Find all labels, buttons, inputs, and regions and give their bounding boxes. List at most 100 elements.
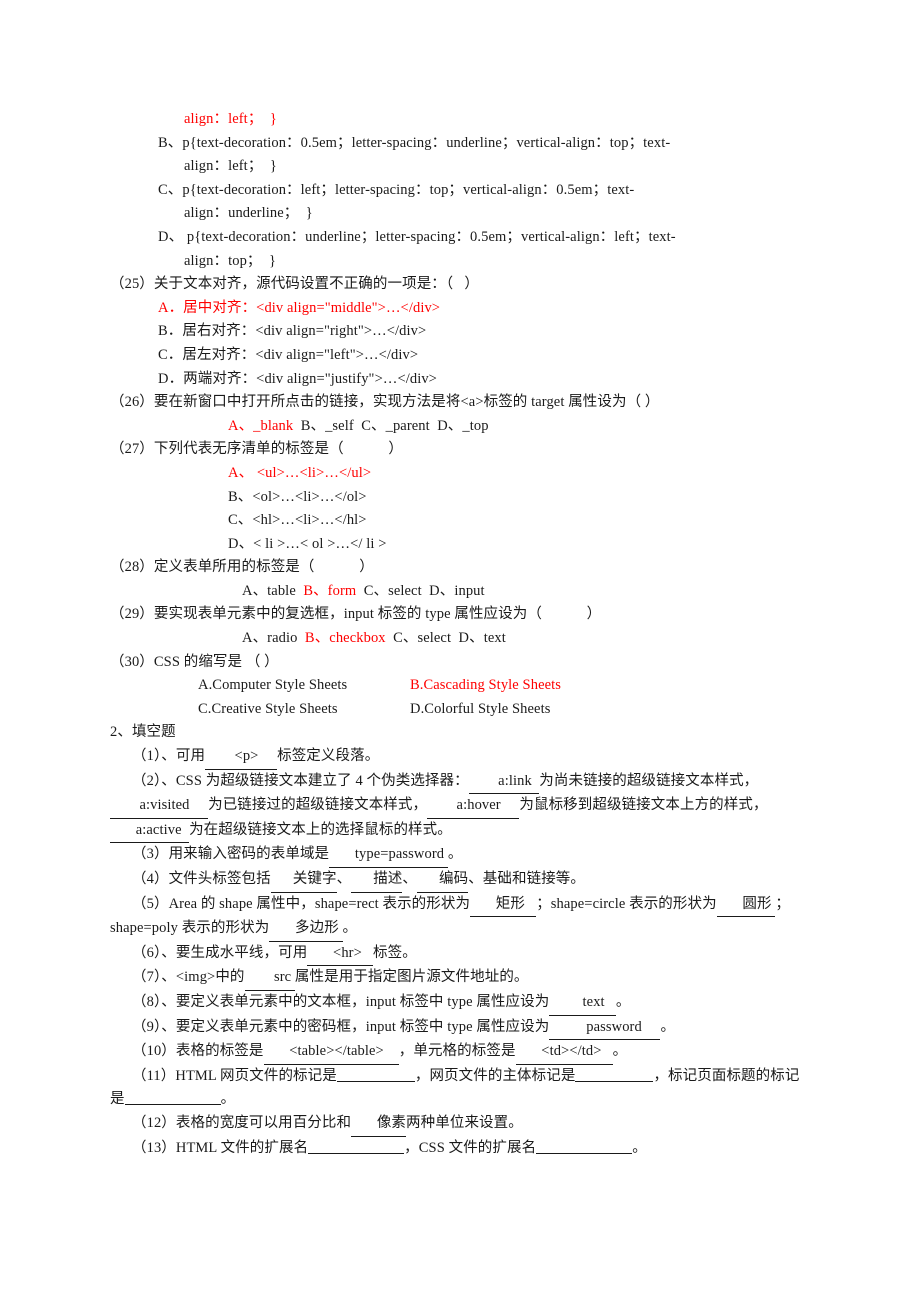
fill-in-text: 。 xyxy=(447,846,463,863)
option-text-d-line2: align：top； } xyxy=(184,252,277,269)
question-28-option-d: D、input xyxy=(429,582,485,599)
option-row-b: B、p{text-decoration：0.5em；letter-spacing… xyxy=(110,132,810,156)
fill-in-item-number: （6）、 xyxy=(132,944,176,961)
fill-in-answer[interactable]: a:link xyxy=(468,770,540,795)
fill-in-answer[interactable]: <hr> xyxy=(307,942,374,967)
fill-in-item-number: （1）、 xyxy=(132,748,176,765)
fill-in-blank[interactable] xyxy=(336,1067,415,1082)
question-26-stem: （26）要在新窗口中打开所点击的链接，实现方法是将<a>标签的 target 属… xyxy=(110,391,810,415)
question-28: （28）定义表单所用的标签是（ ） A、table B、form C、selec… xyxy=(110,556,810,603)
fill-in-item-number: （12） xyxy=(132,1114,176,1131)
fill-in-blank[interactable] xyxy=(575,1067,654,1082)
question-25-stem: （25）关于文本对齐，源代码设置不正确的一项是：（ ） xyxy=(110,273,810,297)
question-27-option-a: A、 <ul>…<li>…</ul> xyxy=(228,464,372,481)
fill-in-text: <img>中的 xyxy=(175,969,245,986)
fill-in-answer[interactable]: 描述 xyxy=(351,868,403,893)
spacer-5 xyxy=(356,583,363,599)
fill-in-item: （5）Area 的 shape 属性中，shape=rect 表示的形状为 矩形… xyxy=(110,893,810,942)
fill-in-answer[interactable]: src xyxy=(244,966,295,991)
fill-in-text: ，CSS 文件的扩展名 xyxy=(404,1139,537,1156)
question-29: （29）要实现表单元素中的复选框，input 标签的 type 属性应设为（ ）… xyxy=(110,603,810,650)
question-29-option-c: C、select xyxy=(393,630,452,647)
option-row-c: C、p{text-decoration：left；letter-spacing：… xyxy=(110,179,810,203)
fill-in-item-number: （3） xyxy=(132,846,169,863)
fill-in-text: 用来输入密码的表单域是 xyxy=(168,846,330,863)
fill-in-answer[interactable]: password xyxy=(549,1016,661,1041)
question-26-option-b: B、_self xyxy=(300,417,354,434)
question-25-option-d: D．两端对齐：<div align="justify">…</div> xyxy=(158,370,437,387)
question-30-option-a: A.Computer Style Sheets xyxy=(198,677,348,694)
fill-in-answer[interactable]: 关键字 xyxy=(270,868,337,893)
fill-in-text: 要生成水平线，可用 xyxy=(175,944,308,961)
fill-in-answer[interactable]: a:active xyxy=(110,819,190,844)
fill-in-answer[interactable]: <table></table> xyxy=(263,1040,399,1065)
fill-in-text: 标签定义段落。 xyxy=(277,748,380,765)
fill-in-blank[interactable] xyxy=(124,1091,221,1106)
fill-in-answer[interactable]: <p> xyxy=(205,745,278,770)
question-30-option-b: B.Cascading Style Sheets xyxy=(410,677,562,694)
fill-in-item: （7）、<img>中的 src 属性是用于指定图片源文件地址的。 xyxy=(110,966,810,991)
fill-in-item: （3）用来输入密码的表单域是 type=password 。 xyxy=(110,843,810,868)
fill-in-item: （2）、CSS 为超级链接文本建立了 4 个伪类选择器： a:link 为尚未链… xyxy=(110,770,810,844)
fill-in-text: 属性是用于指定图片源文件地址的。 xyxy=(294,969,529,986)
question-30-options-row-2: C.Creative Style Sheets D.Colorful Style … xyxy=(110,698,810,722)
fill-in-item-number: （11） xyxy=(132,1067,176,1084)
fill-in-text: 要定义表单元素中的文本框，input 标签中 type 属性应设为 xyxy=(175,993,550,1010)
fill-in-item: （11）HTML 网页文件的标记是 ，网页文件的主体标记是 ，标记页面标题的标记是。 xyxy=(110,1065,810,1112)
option-text-d-line1: p{text-decoration：underline；letter-spaci… xyxy=(183,228,676,245)
fill-in-item: （6）、要生成水平线，可用 <hr> 标签。 xyxy=(110,942,810,967)
fill-in-answer[interactable]: a:visited xyxy=(110,794,209,819)
question-25: （25）关于文本对齐，源代码设置不正确的一项是：（ ） A．居中对齐：<div … xyxy=(110,273,810,391)
fill-in-answer[interactable]: 像素 xyxy=(351,1112,407,1137)
question-26-option-a: A、_blank xyxy=(228,417,294,434)
spacer-9 xyxy=(451,630,458,646)
fill-in-blank[interactable] xyxy=(536,1139,633,1154)
fill-in-item: （9）、要定义表单元素中的密码框，input 标签中 type 属性应设为 pa… xyxy=(110,1016,810,1041)
fill-in-item-number: （5） xyxy=(132,895,169,912)
option-text-c-line1: p{text-decoration：left；letter-spacing：to… xyxy=(182,181,635,198)
fill-in-answer[interactable]: 多边形 xyxy=(269,917,343,942)
fill-in-item-number: （13） xyxy=(132,1139,176,1156)
fill-in-answer[interactable]: text xyxy=(549,991,616,1016)
question-27: （27）下列代表无序清单的标签是（ ） A、 <ul>…<li>…</ul> B… xyxy=(110,438,810,556)
fill-in-text: ；shape=circle 表示的形状为 xyxy=(536,895,717,912)
question-27-stem: （27）下列代表无序清单的标签是（ ） xyxy=(110,438,810,462)
fill-in-item-number: （7）、 xyxy=(132,969,176,986)
fill-in-text: 。 xyxy=(632,1139,647,1156)
fill-in-text: 、 xyxy=(402,871,417,887)
question-24-continuation: align：left； } B、p{text-decoration：0.5em；… xyxy=(110,108,810,273)
question-29-option-d: D、text xyxy=(458,630,506,647)
fill-in-answer[interactable]: 编码 xyxy=(417,868,469,893)
fill-in-answer[interactable]: a:hover xyxy=(427,794,520,819)
option-text-b-line1: p{text-decoration：0.5em；letter-spacing：u… xyxy=(182,134,671,151)
fill-in-item-number: （9）、 xyxy=(132,1018,176,1035)
option-row-d: D、 p{text-decoration：underline；letter-sp… xyxy=(110,226,810,250)
fill-in-text: 文件头标签包括 xyxy=(168,871,271,887)
question-29-number: （29） xyxy=(110,606,154,623)
fill-in-text: 、基础和链接等。 xyxy=(468,871,586,887)
fill-in-answer[interactable]: 矩形 xyxy=(470,893,537,918)
question-30-number: （30） xyxy=(110,653,154,670)
fill-in-answer[interactable]: <td></td> xyxy=(515,1040,613,1065)
fill-in-text: 为尚未链接的超级链接文本样式， xyxy=(539,772,759,789)
fill-in-item: （4）文件头标签包括 关键字、 描述、 编码、基础和链接等。 xyxy=(110,868,810,893)
fill-in-item: （1）、可用 <p> 标签定义段落。 xyxy=(110,745,810,770)
fill-in-section-heading: 2、填空题 xyxy=(110,724,176,741)
question-26: （26）要在新窗口中打开所点击的链接，实现方法是将<a>标签的 target 属… xyxy=(110,391,810,438)
fill-in-text: 表格的宽度可以用百分比和 xyxy=(175,1114,352,1131)
fill-in-text: 。 xyxy=(220,1091,236,1108)
question-28-options-row: A、table B、form C、select D、input xyxy=(110,580,810,604)
fill-in-items: （1）、可用 <p> 标签定义段落。 （2）、CSS 为超级链接文本建立了 4 个… xyxy=(110,745,810,1160)
fill-in-answer[interactable]: 圆形 xyxy=(716,893,776,918)
fill-in-text: HTML 网页文件的标记是 xyxy=(175,1067,337,1084)
fill-in-text: ，网页文件的主体标记是 xyxy=(414,1067,576,1084)
question-26-option-c: C、_parent xyxy=(361,417,430,434)
question-25-option-a: A．居中对齐：<div align="middle">…</div> xyxy=(158,299,441,316)
question-30-option-c: C.Creative Style Sheets xyxy=(198,700,338,717)
fill-in-answer[interactable]: type=password xyxy=(329,843,448,868)
fill-in-text: 两种单位来设置。 xyxy=(406,1114,523,1131)
fill-in-text: Area 的 shape 属性中，shape=rect 表示的形状为 xyxy=(168,895,471,912)
question-25-stem-text: 关于文本对齐，源代码设置不正确的一项是：（ ） xyxy=(153,276,480,293)
fill-in-blank[interactable] xyxy=(308,1139,405,1154)
fill-in-text: 。 xyxy=(660,1018,676,1035)
